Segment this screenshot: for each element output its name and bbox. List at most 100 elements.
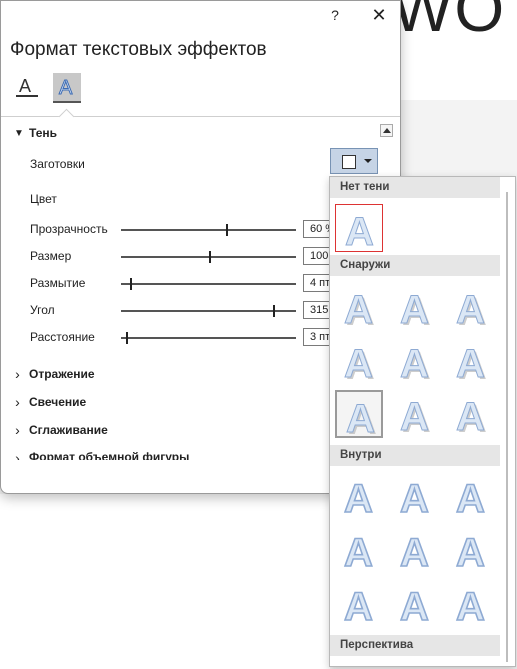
tab-text-effects[interactable]: A	[53, 73, 81, 101]
shadow-preset-glyph-icon: AA	[400, 288, 431, 330]
shadow-preset-glyph-icon: AA	[346, 397, 377, 439]
preset-no-shadow[interactable]: A	[335, 204, 383, 252]
svg-text:A: A	[346, 397, 375, 438]
presets-button[interactable]	[330, 148, 378, 174]
preset-swatch-icon	[342, 155, 356, 169]
svg-text:A: A	[400, 395, 429, 436]
blur-slider[interactable]	[121, 278, 296, 290]
angle-label: Угол	[30, 303, 55, 317]
size-slider[interactable]	[121, 251, 296, 263]
distance-label: Расстояние	[30, 330, 95, 344]
shadow-preset-glyph-icon: A	[399, 584, 429, 626]
scroll-up-button[interactable]	[380, 124, 393, 137]
svg-text:A: A	[456, 477, 485, 518]
color-label: Цвет	[30, 192, 57, 206]
text-fill-icon: A	[16, 76, 38, 97]
preset-inner-6[interactable]: A	[447, 526, 495, 574]
svg-text:A: A	[345, 210, 374, 251]
svg-text:A: A	[344, 585, 373, 626]
svg-text:A: A	[59, 77, 73, 99]
preset-outer-4[interactable]: AA	[335, 337, 383, 385]
section-3d-format[interactable]: › Формат объемной фигуры	[14, 450, 189, 460]
preset-inner-3[interactable]: A	[447, 472, 495, 520]
section-reflection-label: Отражение	[29, 367, 95, 381]
section-shadow[interactable]: ▼ Тень	[14, 126, 57, 140]
gallery-header-outer: Снаружи	[330, 255, 500, 276]
section-glow[interactable]: › Свечение	[14, 394, 86, 410]
svg-text:A: A	[456, 531, 485, 572]
transparency-slider-thumb[interactable]	[226, 224, 228, 236]
size-label: Размер	[30, 249, 72, 263]
preset-outer-1[interactable]: AA	[335, 283, 383, 331]
shadow-preset-glyph-icon: A	[399, 476, 429, 518]
svg-text:A: A	[400, 531, 429, 572]
shadow-preset-glyph-icon: A	[455, 476, 485, 518]
shadow-preset-glyph-icon: AA	[344, 288, 375, 330]
chevron-right-icon: ›	[15, 394, 20, 410]
preset-outer-8[interactable]: AA	[391, 390, 439, 438]
transparency-slider[interactable]	[121, 224, 296, 236]
gallery-header-no-shadow: Нет тени	[330, 177, 500, 198]
preset-outer-6[interactable]: AA	[447, 337, 495, 385]
document-page-lower	[0, 494, 330, 669]
tab-pointer	[58, 108, 75, 125]
caret-down-icon	[364, 159, 372, 163]
document-text: WO	[392, 0, 507, 45]
preset-inner-7[interactable]: A	[335, 580, 383, 628]
preset-inner-2[interactable]: A	[391, 472, 439, 520]
svg-text:A: A	[456, 585, 485, 626]
shadow-preset-glyph-icon: A	[343, 530, 373, 572]
svg-text:A: A	[344, 288, 373, 329]
preset-inner-8[interactable]: A	[391, 580, 439, 628]
svg-text:A: A	[344, 342, 373, 383]
shadow-preset-glyph-icon: AA	[400, 395, 431, 437]
tab-text-fill-outline[interactable]: A	[13, 73, 41, 101]
chevron-down-icon: ▼	[14, 127, 24, 139]
shadow-preset-glyph-icon: AA	[400, 342, 431, 384]
svg-text:A: A	[456, 288, 485, 329]
presets-label: Заготовки	[30, 157, 85, 171]
chevron-right-icon: ›	[15, 422, 20, 438]
preset-outer-2[interactable]: AA	[391, 283, 439, 331]
svg-text:A: A	[400, 585, 429, 626]
shadow-preset-glyph-icon: A	[343, 476, 373, 518]
preset-inner-9[interactable]: A	[447, 580, 495, 628]
section-shadow-label: Тень	[29, 126, 58, 140]
angle-slider-thumb[interactable]	[273, 305, 275, 317]
svg-text:A: A	[400, 477, 429, 518]
text-effects-icon: A	[59, 77, 74, 100]
section-3d-format-label: Формат объемной фигуры	[29, 450, 190, 460]
distance-slider-thumb[interactable]	[126, 332, 128, 344]
preset-outer-9[interactable]: AA	[447, 390, 495, 438]
preset-outer-7[interactable]: AA	[335, 390, 383, 438]
close-button[interactable]: ✕	[369, 5, 389, 25]
shadow-preset-glyph-icon: AA	[456, 395, 487, 437]
tab-active-indicator	[53, 101, 81, 103]
preset-outer-3[interactable]: AA	[447, 283, 495, 331]
svg-text:A: A	[344, 477, 373, 518]
preset-inner-4[interactable]: A	[335, 526, 383, 574]
blur-slider-thumb[interactable]	[130, 278, 132, 290]
shadow-preset-glyph-icon: AA	[456, 288, 487, 330]
section-soft-edges[interactable]: › Сглаживание	[14, 422, 108, 438]
pane-title: Формат текстовых эффектов	[10, 39, 267, 60]
preset-inner-5[interactable]: A	[391, 526, 439, 574]
svg-text:A: A	[400, 288, 429, 329]
transparency-label: Прозрачность	[30, 222, 108, 236]
svg-text:A: A	[456, 395, 485, 436]
angle-slider[interactable]	[121, 305, 296, 317]
distance-slider[interactable]	[121, 332, 296, 344]
shadow-preset-glyph-icon: AA	[456, 342, 487, 384]
blur-label: Размытие	[30, 276, 86, 290]
preset-outer-5[interactable]: AA	[391, 337, 439, 385]
gallery-scrollbar[interactable]	[506, 192, 508, 662]
shadow-preset-glyph-icon: AA	[344, 342, 375, 384]
size-slider-thumb[interactable]	[209, 251, 211, 263]
section-reflection[interactable]: › Отражение	[14, 366, 95, 382]
svg-text:A: A	[456, 342, 485, 383]
help-button[interactable]: ?	[326, 6, 344, 24]
chevron-right-icon: ›	[15, 450, 20, 460]
svg-text:A: A	[400, 342, 429, 383]
preset-inner-1[interactable]: A	[335, 472, 383, 520]
shadow-preset-glyph-icon: A	[345, 210, 375, 252]
